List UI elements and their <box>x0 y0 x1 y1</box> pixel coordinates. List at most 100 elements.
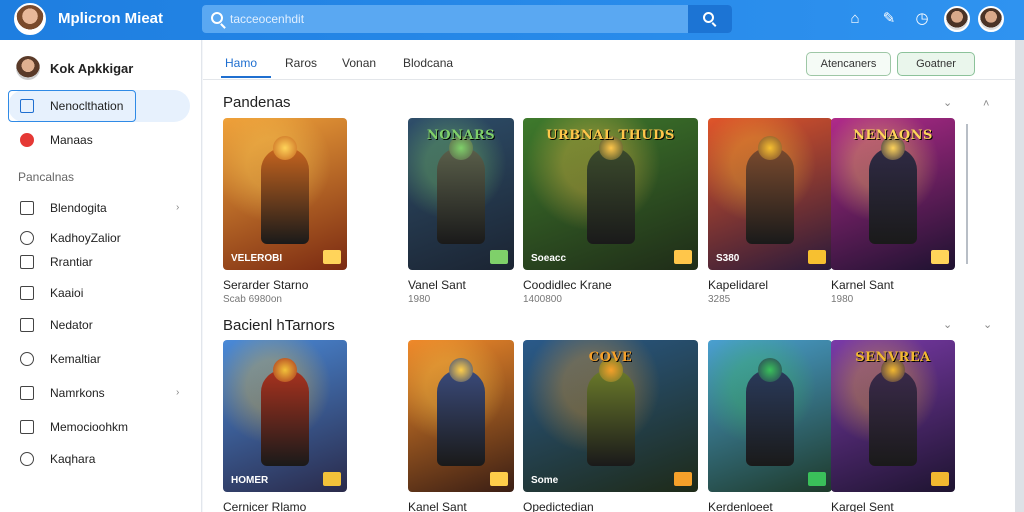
game-title: Cernicer Rlamo <box>223 500 307 512</box>
hero-head <box>273 136 297 160</box>
game-cover-image[interactable]: NENAQNS <box>831 118 955 270</box>
hero-figure <box>586 148 635 244</box>
chevron-right-icon[interactable]: › <box>176 387 179 398</box>
game-title: Kargel Sent <box>831 500 894 512</box>
game-cover-image[interactable]: VELEROBI <box>223 118 347 270</box>
rating-badge-icon <box>808 250 826 264</box>
game-card[interactable]: Kanel Sant <box>408 340 514 512</box>
tab-raros[interactable]: Raros <box>285 56 317 70</box>
app-logo-avatar[interactable] <box>14 3 46 35</box>
search-bar[interactable] <box>202 5 732 33</box>
game-card[interactable]: VELEROBI Serarder Starno Scab 6980on <box>223 118 347 305</box>
search-button[interactable] <box>688 5 732 33</box>
chevron-down-icon[interactable]: ⌄ <box>943 318 952 331</box>
search-icon <box>211 12 223 24</box>
sidebar: Kok Apkkigar Nenoclthation Manaas Pancal… <box>0 40 202 512</box>
game-title: Kapelidarel <box>708 278 769 292</box>
sidebar-item-label: Manaas <box>50 133 93 147</box>
shield-icon <box>20 133 34 147</box>
sidebar-item-3[interactable]: Kaaioi <box>20 283 83 303</box>
sidebar-item-8[interactable]: Kaqhara <box>20 449 95 469</box>
hero-head <box>273 358 297 382</box>
primary-action-button[interactable]: Atencaners <box>806 52 891 76</box>
game-card[interactable]: SENVREA Kargel Sent <box>831 340 955 512</box>
user-avatar[interactable] <box>978 6 1004 32</box>
home-icon[interactable]: ⌂ <box>846 10 864 28</box>
gamepad-icon <box>20 231 34 245</box>
person-icon <box>20 352 34 366</box>
notification-avatar[interactable] <box>944 6 970 32</box>
game-card[interactable]: NENAQNS Karnel Sant 1980 <box>831 118 955 305</box>
chevron-down-icon[interactable]: ⌄ <box>943 96 952 109</box>
game-card[interactable]: HOMER Cernicer Rlamo <box>223 340 347 512</box>
tab-blodcana[interactable]: Blodcana <box>403 56 453 70</box>
game-cover-image[interactable]: URBNAL THUDS Soeacc <box>523 118 698 270</box>
game-card[interactable]: COVE Some Opedictedian <box>523 340 698 512</box>
section-title: Bacienl hTarnors <box>223 317 335 334</box>
hero-figure <box>437 148 485 244</box>
game-title: Vanel Sant <box>408 278 466 292</box>
user-name: Kok Apkkigar <box>50 60 134 76</box>
tab-vonan[interactable]: Vonan <box>342 56 376 70</box>
document-icon <box>20 99 34 113</box>
sidebar-item-0[interactable]: Blendogita <box>20 198 107 218</box>
sidebar-item-2[interactable]: Rrantiar <box>20 252 93 272</box>
rating-badge-icon <box>931 250 949 264</box>
section-title: Pandenas <box>223 94 291 111</box>
rating-badge-icon <box>490 472 508 486</box>
main-content: Hamo Raros Vonan Blodcana Atencaners Goa… <box>203 40 1015 512</box>
game-tag: Some <box>531 475 559 486</box>
hero-head <box>758 358 782 382</box>
chevron-right-icon[interactable]: › <box>176 202 179 213</box>
game-card[interactable]: Kerdenloeet <box>708 340 832 512</box>
sidebar-item-active-label[interactable]: Nenoclthation <box>20 96 123 116</box>
top-bar: Mplicron Mieat ⌂ ✎ ◷ <box>0 0 1024 40</box>
game-cover-image[interactable]: HOMER <box>223 340 347 492</box>
window-scrollbar-track[interactable] <box>1015 40 1024 512</box>
game-logo-text: SENVREA <box>855 350 931 365</box>
image-icon <box>20 255 34 269</box>
sidebar-section-label: Pancalnas <box>18 170 75 184</box>
chevron-down-icon[interactable]: ⌄ <box>983 318 992 331</box>
game-card[interactable]: S380 Kapelidarel 3285 <box>708 118 832 305</box>
game-card[interactable]: NONARS Vanel Sant 1980 <box>408 118 514 305</box>
game-cover-image[interactable]: SENVREA <box>831 340 955 492</box>
tab-underline <box>221 76 271 78</box>
secondary-action-button[interactable]: Goatner <box>897 52 975 76</box>
game-cover-image[interactable] <box>708 340 832 492</box>
hero-head <box>449 358 473 382</box>
sidebar-item-1[interactable]: KadhoyZalior <box>20 228 121 248</box>
game-tag: VELEROBI <box>231 253 283 264</box>
sidebar-item-label: Nedator <box>50 318 93 332</box>
game-tag: HOMER <box>231 475 269 486</box>
sidebar-item-4[interactable]: Nedator <box>20 315 93 335</box>
rating-badge-icon <box>323 472 341 486</box>
sidebar-user[interactable]: Kok Apkkigar <box>16 56 133 80</box>
edit-icon[interactable]: ✎ <box>880 10 898 28</box>
chevron-up-icon[interactable]: ˄ <box>983 98 989 110</box>
hero-figure <box>746 370 794 466</box>
sidebar-item-manaas[interactable]: Manaas <box>20 130 93 150</box>
game-cover-image[interactable]: NONARS <box>408 118 514 270</box>
hero-figure <box>869 148 917 244</box>
hero-figure <box>869 370 917 466</box>
rating-badge-icon <box>808 472 826 486</box>
clock-icon[interactable]: ◷ <box>913 10 931 28</box>
game-cover-image[interactable]: S380 <box>708 118 832 270</box>
hero-figure <box>261 148 309 244</box>
search-input[interactable] <box>230 9 670 29</box>
game-cover-image[interactable] <box>408 340 514 492</box>
hero-head <box>758 136 782 160</box>
sidebar-item-7[interactable]: Memocioohkm <box>20 417 128 437</box>
game-card[interactable]: URBNAL THUDS Soeacc Coodidlec Krane 1400800 <box>523 118 698 305</box>
sidebar-item-label: Kaaioi <box>50 286 84 300</box>
tab-bar: Hamo Raros Vonan Blodcana Atencaners Goa… <box>203 40 1015 80</box>
tab-home[interactable]: Hamo <box>225 56 257 70</box>
rating-badge-icon <box>674 472 692 486</box>
game-title: Coodidlec Krane <box>523 278 612 292</box>
hero-figure <box>437 370 485 466</box>
game-cover-image[interactable]: COVE Some <box>523 340 698 492</box>
scrollbar[interactable] <box>966 124 968 264</box>
sidebar-item-5[interactable]: Kemaltiar <box>20 349 101 369</box>
sidebar-item-6[interactable]: Namrkons <box>20 383 105 403</box>
